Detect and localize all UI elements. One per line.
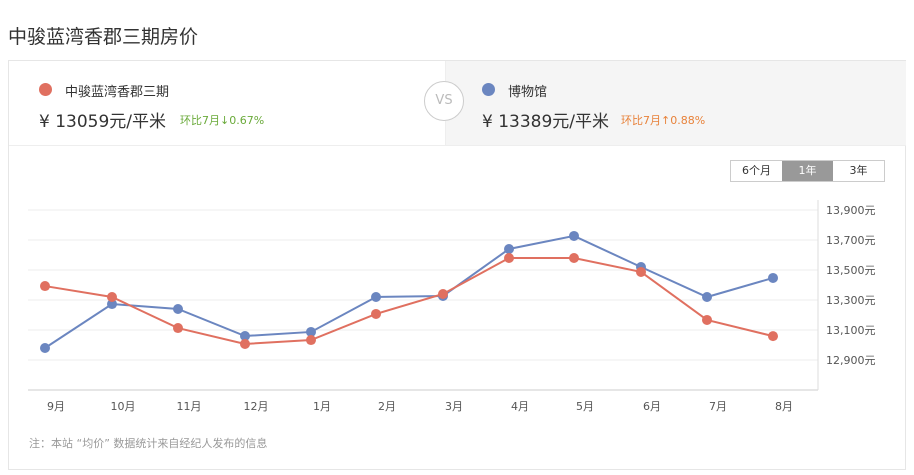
x-tick-label: 8月: [775, 400, 793, 413]
data-point: [504, 253, 514, 263]
data-point: [371, 308, 381, 319]
data-point: [40, 281, 50, 292]
y-tick-label: 13,100元: [826, 324, 876, 337]
y-tick-label: 13,900元: [826, 204, 876, 217]
data-point: [40, 343, 50, 353]
x-tick-label: 1月: [313, 400, 331, 413]
x-tick-label: 5月: [576, 400, 594, 413]
x-tick-label: 3月: [445, 400, 463, 413]
price-line-chart: 13,900元 13,700元 13,500元 13,300元 13,100元 12,90…: [28, 200, 876, 413]
data-point: [240, 338, 250, 349]
data-point: [702, 314, 712, 325]
x-tick-label: 10月: [111, 400, 136, 413]
data-point: [438, 289, 448, 299]
data-point: [173, 323, 183, 334]
data-point: [636, 266, 646, 277]
data-point: [702, 292, 712, 302]
y-tick-label: 13,700元: [826, 234, 876, 247]
x-tick-label: 2月: [378, 400, 396, 413]
series-line: [44, 234, 774, 349]
data-point: [504, 244, 514, 254]
data-point: [569, 230, 579, 241]
data-point: [107, 292, 117, 302]
data-point: [768, 272, 778, 283]
y-tick-label: 13,500元: [826, 264, 876, 277]
data-point: [173, 304, 183, 314]
series-line: [44, 257, 774, 345]
x-tick-label: 9月: [47, 400, 65, 413]
x-tick-label: 11月: [177, 400, 202, 413]
x-tick-label: 6月: [643, 400, 661, 413]
x-tick-label: 4月: [511, 400, 529, 413]
x-tick-label: 7月: [709, 400, 727, 413]
x-tick-label: 12月: [244, 400, 269, 413]
data-point: [371, 292, 381, 302]
data-point: [306, 335, 316, 346]
y-tick-label: 13,300元: [826, 294, 876, 307]
data-point: [569, 253, 579, 263]
y-tick-label: 12,900元: [826, 354, 876, 367]
data-point: [768, 331, 778, 342]
